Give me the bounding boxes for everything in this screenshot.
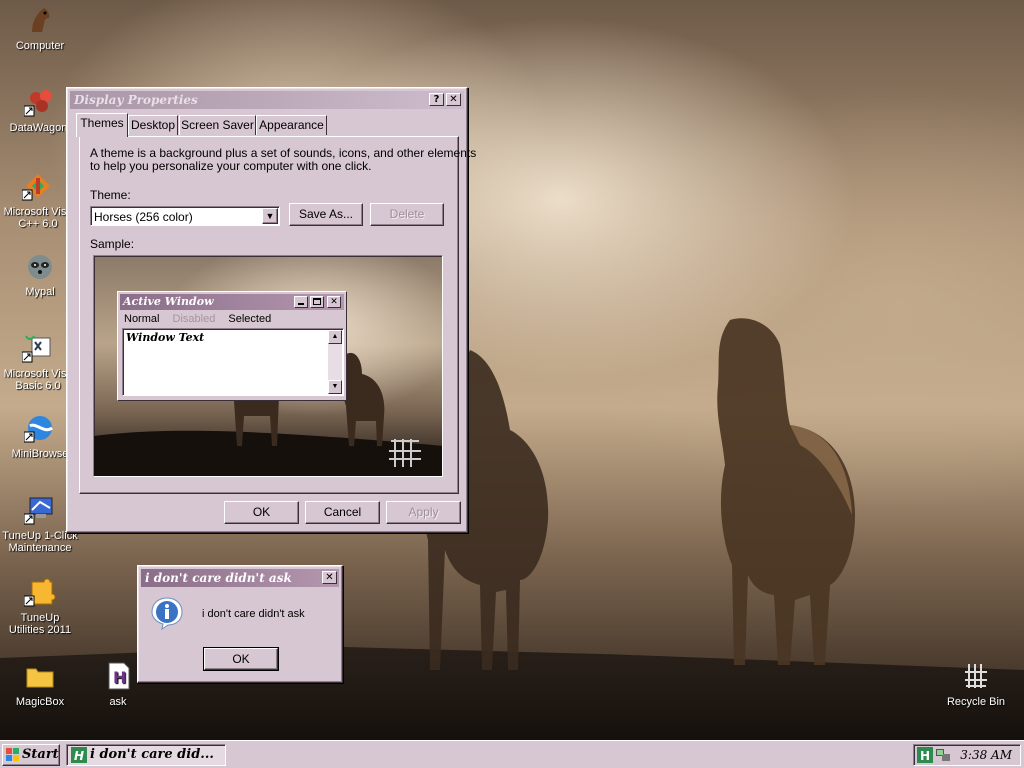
svg-text:H: H [74, 749, 84, 763]
sample-scrollbar: ▲ ▼ [328, 330, 342, 394]
theme-sample-preview: Active Window ✕ Normal Disabled Selected… [93, 255, 443, 477]
theme-dropdown[interactable]: Horses (256 color) ▼ [90, 206, 280, 226]
message-box-close-button[interactable]: ✕ [322, 571, 337, 584]
desktop-icon-recycle-bin[interactable]: Recycle Bin [938, 660, 1014, 708]
h-tray-icon[interactable]: H [917, 747, 933, 763]
desktop-icon-visual-basic[interactable]: Microsoft Visu Basic 6.0 [0, 332, 76, 392]
ok-button[interactable]: OK [224, 501, 299, 524]
clock[interactable]: 3:38 AM [960, 748, 1012, 762]
desktop-icon-label: TuneUp 1-Click Maintenance [2, 530, 78, 554]
svg-text:H: H [920, 749, 930, 763]
svg-text:H: H [113, 668, 126, 687]
network-tray-icon[interactable] [935, 747, 951, 763]
message-box-ok-button[interactable]: OK [203, 647, 279, 671]
maximize-icon [310, 296, 324, 308]
chevron-down-icon: ▼ [265, 211, 275, 221]
browser-globe-icon [24, 416, 53, 443]
taskbar-button-message-box[interactable]: H i don't care did... [66, 744, 226, 766]
sample-window-title: Active Window [123, 295, 214, 308]
window-title: Display Properties [74, 93, 198, 107]
desktop-icon-label: MagicBox [15, 696, 65, 708]
visual-basic-icon [22, 335, 51, 363]
minimize-icon [294, 296, 308, 308]
document-h-icon: H [108, 662, 130, 690]
dropdown-arrow-button[interactable]: ▼ [262, 208, 278, 224]
desktop-icon-magicbox[interactable]: MagicBox [2, 660, 78, 708]
cancel-button[interactable]: Cancel [305, 501, 380, 524]
desktop-icon-tuneup-utilities[interactable]: TuneUp Utilities 2011 [2, 576, 78, 636]
horse-head-icon [32, 8, 50, 32]
scroll-down-icon: ▼ [328, 380, 342, 394]
message-box-window: i don't care didn't ask ✕ i don't care d… [137, 565, 343, 683]
information-icon [151, 597, 183, 630]
desktop-icon-label: Recycle Bin [946, 696, 1006, 708]
close-icon: ✕ [327, 296, 341, 308]
display-properties-titlebar[interactable]: Display Properties ? ✕ [70, 91, 464, 109]
desktop-icon-computer[interactable]: Computer [2, 4, 78, 52]
datawagon-icon [24, 90, 52, 117]
taskbar-button-label: i don't care did... [90, 747, 214, 762]
recycle-bin-icon [965, 664, 987, 688]
sample-window-text: Window Text [126, 331, 205, 344]
tuneup-puzzle-icon [24, 578, 56, 607]
tab-desktop[interactable]: Desktop [128, 115, 178, 135]
tab-screen-saver[interactable]: Screen Saver [179, 115, 256, 135]
delete-button[interactable]: Delete [370, 203, 444, 226]
scroll-up-icon: ▲ [328, 330, 342, 344]
theme-description-line2: to help you personalize your computer wi… [90, 159, 372, 173]
start-button[interactable]: Start [2, 744, 60, 766]
sample-label: Sample: [90, 237, 135, 251]
sample-menubar: Normal Disabled Selected [124, 312, 271, 326]
visual-cpp-icon [22, 174, 50, 201]
system-tray: H 3:38 AM [913, 744, 1021, 766]
wallpaper-horse-right [717, 318, 855, 665]
taskbar: Start H i don't care did... H 3:38 AM [0, 740, 1024, 768]
close-button[interactable]: ✕ [446, 93, 461, 106]
help-button[interactable]: ? [429, 93, 444, 106]
sample-titlebar: Active Window ✕ [120, 294, 344, 310]
desktop-icon-label: TuneUp Utilities 2011 [8, 612, 72, 636]
desktop-icon-label: Microsoft Visu Basic 6.0 [3, 368, 73, 392]
save-as-button[interactable]: Save As... [289, 203, 363, 226]
raccoon-icon [28, 255, 52, 279]
theme-description-line1: A theme is a background plus a set of so… [90, 146, 477, 160]
tuneup-monitor-icon [24, 497, 53, 525]
sample-active-window: Active Window ✕ Normal Disabled Selected… [117, 291, 347, 401]
sample-menu-disabled: Disabled [172, 313, 216, 325]
windows-flag-icon [6, 747, 19, 761]
desktop-icon-label: Microsoft Visu C++ 6.0 [3, 206, 73, 230]
message-box-text: i don't care didn't ask [202, 608, 305, 620]
message-box-titlebar[interactable]: i don't care didn't ask ✕ [141, 569, 339, 587]
desktop-icon-label: Computer [15, 40, 65, 52]
tab-appearance[interactable]: Appearance [256, 115, 327, 135]
start-label: Start [22, 747, 59, 762]
h-app-icon: H [71, 746, 87, 763]
theme-label: Theme: [90, 188, 131, 202]
sample-menu-selected: Selected [228, 313, 272, 325]
desktop-icon-visual-cpp[interactable]: Microsoft Visu C++ 6.0 [0, 170, 76, 230]
sample-menu-normal: Normal [124, 313, 160, 325]
apply-button[interactable]: Apply [386, 501, 461, 524]
message-box-title: i don't care didn't ask [145, 571, 292, 585]
sample-text-area: Window Text ▲ ▼ [122, 328, 344, 396]
folder-icon [26, 668, 54, 688]
desktop-icon-label: ask [109, 696, 127, 708]
theme-dropdown-value: Horses (256 color) [94, 210, 193, 224]
tab-themes[interactable]: Themes [76, 113, 128, 137]
